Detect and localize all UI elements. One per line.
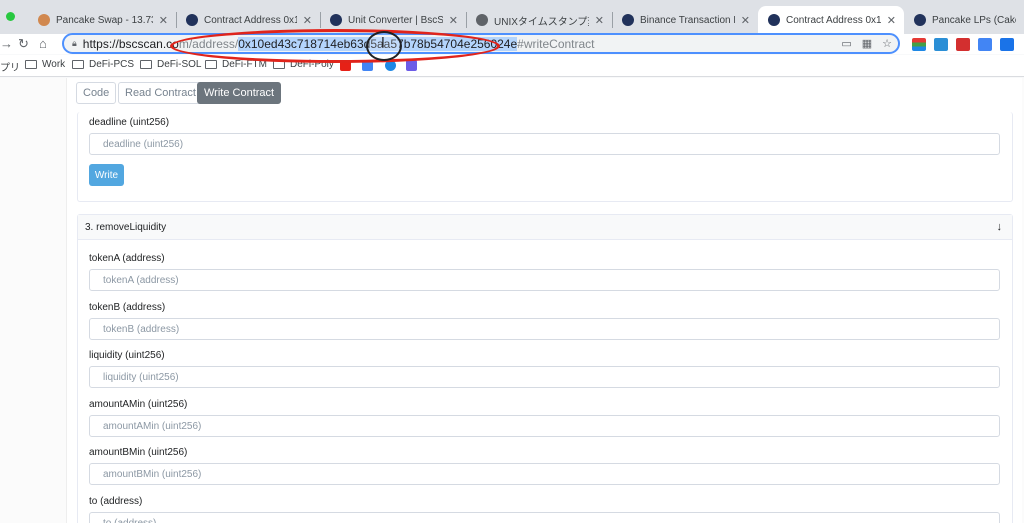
qr-code-icon[interactable]: ▦ bbox=[862, 37, 872, 50]
amountAMin-input[interactable]: amountAMin (uint256) bbox=[89, 415, 1000, 437]
tab-title: Contract Address 0x10ed bbox=[204, 14, 297, 26]
window-maximize-dot[interactable] bbox=[6, 12, 15, 21]
to-address-input[interactable]: to (address) bbox=[89, 512, 1000, 523]
lock-icon: 🔒︎ bbox=[72, 38, 77, 48]
forward-arrow-icon[interactable]: → bbox=[0, 36, 13, 52]
bscscan-icon bbox=[768, 14, 780, 26]
field-label: deadline (uint256) bbox=[89, 117, 170, 128]
close-icon[interactable]: ✕ bbox=[159, 14, 168, 27]
bookmark-folder-work[interactable]: Work bbox=[25, 59, 65, 70]
close-icon[interactable]: ✕ bbox=[887, 14, 896, 27]
tab-title: Contract Address 0x10ed bbox=[786, 14, 881, 26]
browser-tab-pancake-swap[interactable]: Pancake Swap - 13.73 ✕ bbox=[28, 6, 176, 34]
tab-title: Binance Transaction Hash bbox=[640, 14, 735, 26]
function-card-remove-liquidity: 3. removeLiquidity ↓ tokenA (address) to… bbox=[77, 214, 1013, 523]
folder-icon bbox=[205, 60, 217, 69]
extension-icon[interactable] bbox=[406, 60, 417, 71]
contract-panel: Code Read Contract Write Contract deadli… bbox=[66, 78, 1022, 523]
browser-toolbar: → ↻ ⌂ 🔒︎ https://bscscan.com/address/0x1… bbox=[0, 33, 1024, 54]
url-hash: #writeContract bbox=[517, 36, 595, 51]
tokenB-input[interactable]: tokenB (address) bbox=[89, 318, 1000, 340]
field-label: tokenB (address) bbox=[89, 302, 166, 313]
field-label: amountAMin (uint256) bbox=[89, 399, 188, 410]
field-label: tokenA (address) bbox=[89, 253, 165, 264]
bookmark-label: Work bbox=[42, 59, 66, 70]
arrow-down-icon[interactable]: ↓ bbox=[997, 221, 1003, 233]
home-icon[interactable]: ⌂ bbox=[39, 36, 47, 52]
red-annotation-ellipse bbox=[170, 29, 500, 63]
field-label: amountBMin (uint256) bbox=[89, 447, 188, 458]
browser-tab-strip: Pancake Swap - 13.73 ✕ Contract Address … bbox=[0, 0, 1024, 34]
tab-title: Pancake Swap - 13.73 bbox=[56, 14, 153, 26]
browser-tab-unix-timestamp[interactable]: UNIXタイムスタンプ変換ツ ✕ bbox=[466, 6, 612, 34]
amountBMin-input[interactable]: amountBMin (uint256) bbox=[89, 463, 1000, 485]
bookmark-label: プリ bbox=[0, 63, 20, 74]
browser-tab-pancake-lps[interactable]: Pancake LPs (Cake-LP) T bbox=[904, 6, 1024, 34]
extension-icon[interactable] bbox=[956, 38, 970, 51]
extension-icons bbox=[912, 38, 1014, 51]
close-icon[interactable]: ✕ bbox=[595, 14, 604, 27]
bscscan-icon bbox=[330, 14, 342, 26]
browser-tab-binance-tx-hash[interactable]: Binance Transaction Hash ✕ bbox=[612, 6, 758, 34]
bookmark-label: DeFi-PCS bbox=[89, 59, 135, 70]
close-icon[interactable]: ✕ bbox=[303, 14, 312, 27]
liquidity-input[interactable]: liquidity (uint256) bbox=[89, 366, 1000, 388]
bscscan-icon bbox=[622, 14, 634, 26]
tab-read-contract[interactable]: Read Contract bbox=[118, 82, 203, 104]
text-cursor-icon: I bbox=[381, 36, 385, 51]
cast-icon[interactable]: ▭ bbox=[841, 37, 851, 50]
field-label: liquidity (uint256) bbox=[89, 350, 165, 361]
globe-icon bbox=[476, 14, 488, 26]
field-label: to (address) bbox=[89, 496, 143, 507]
tab-write-contract[interactable]: Write Contract bbox=[197, 82, 282, 104]
extension-icon[interactable] bbox=[934, 38, 948, 51]
reload-icon[interactable]: ↻ bbox=[18, 36, 29, 52]
bookmark-folder-defi-sol[interactable]: DeFi-SOL bbox=[140, 59, 201, 70]
tab-title: Unit Converter | BscScan bbox=[348, 14, 443, 26]
close-icon[interactable]: ✕ bbox=[741, 14, 750, 27]
bscscan-icon bbox=[914, 14, 926, 26]
url-prefix: https://bscscan.co bbox=[82, 36, 179, 51]
bscscan-icon bbox=[186, 14, 198, 26]
bookmark-label: DeFi-SOL bbox=[157, 59, 202, 70]
deadline-input[interactable]: deadline (uint256) bbox=[89, 133, 1000, 155]
folder-icon bbox=[72, 60, 84, 69]
bookmark-folder-defi-pcs[interactable]: DeFi-PCS bbox=[72, 59, 134, 70]
pancakeswap-icon bbox=[38, 14, 50, 26]
bookmarks-bar: プリ Work DeFi-PCS DeFi-SOL DeFi-FTM DeFi-… bbox=[0, 55, 1024, 77]
tab-title: UNIXタイムスタンプ変換ツ bbox=[494, 16, 589, 28]
omnibox-actions: ▭ ▦ ☆ bbox=[841, 37, 892, 50]
close-icon[interactable]: ✕ bbox=[449, 14, 458, 27]
function-title: 3. removeLiquidity bbox=[85, 221, 167, 233]
tokenA-input[interactable]: tokenA (address) bbox=[89, 269, 1000, 291]
browser-tab-contract-address-active[interactable]: Contract Address 0x10ed ✕ bbox=[758, 6, 904, 34]
tab-title: Pancake LPs (Cake-LP) T bbox=[932, 14, 1016, 26]
page-viewport: Code Read Contract Write Contract deadli… bbox=[0, 78, 1024, 523]
extension-icon[interactable] bbox=[912, 38, 926, 51]
tab-code[interactable]: Code bbox=[76, 82, 117, 104]
function-header[interactable]: 3. removeLiquidity ↓ bbox=[78, 215, 1012, 240]
bookmark-star-icon[interactable]: ☆ bbox=[882, 37, 892, 50]
extension-icon[interactable] bbox=[1000, 38, 1014, 51]
bookmark-apps[interactable]: プリ bbox=[0, 59, 20, 74]
function-card-previous: deadline (uint256) deadline (uint256) Wr… bbox=[77, 112, 1013, 202]
translate-icon[interactable] bbox=[978, 38, 992, 51]
folder-icon bbox=[25, 60, 37, 69]
folder-icon bbox=[140, 60, 152, 69]
write-button[interactable]: Write bbox=[89, 164, 124, 186]
